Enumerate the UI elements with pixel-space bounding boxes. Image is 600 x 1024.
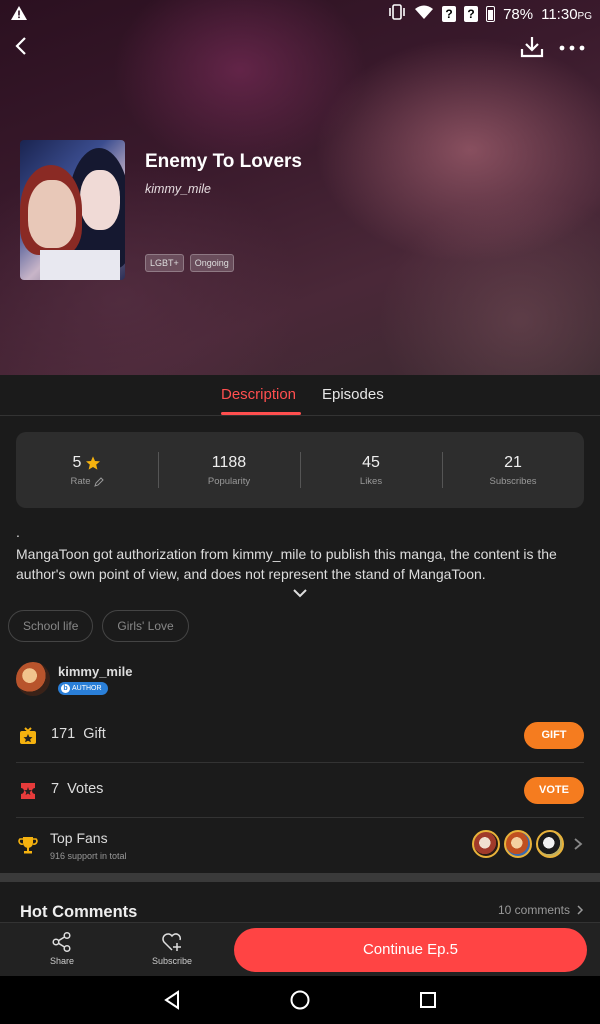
top-fans-subtitle: 916 support in total — [50, 851, 127, 861]
gift-icon — [20, 727, 36, 744]
author-badge: b AUTHOR — [58, 682, 108, 695]
stat-likes: 45 Likes — [300, 432, 442, 508]
vote-button[interactable]: VOTE — [524, 777, 584, 804]
chevron-right-icon — [574, 838, 583, 850]
more-options-button[interactable] — [558, 36, 586, 58]
active-tab-indicator — [221, 412, 301, 415]
heart-plus-icon — [162, 933, 182, 951]
trophy-icon — [18, 837, 38, 854]
stat-subscribes: 21 Subscribes — [442, 432, 584, 508]
more-dots-icon — [559, 45, 585, 51]
fan-avatar-1[interactable] — [472, 830, 500, 858]
genre-school-life[interactable]: School life — [8, 610, 94, 642]
stats-card: 5 Rate 1188 Popularity 45 Likes 21 Subsc… — [16, 432, 584, 508]
continue-reading-button[interactable]: Continue Ep.5 — [234, 928, 587, 972]
likes-label: Likes — [359, 476, 383, 487]
likes-value: 45 — [362, 454, 380, 471]
bottom-action-bar: Share Subscribe Continue Ep.5 — [0, 922, 600, 976]
cover-image[interactable] — [20, 140, 125, 280]
tab-episodes[interactable]: Episodes — [322, 386, 384, 403]
download-icon — [520, 37, 544, 58]
subscribe-label: Subscribe — [151, 956, 193, 966]
all-comments-link[interactable]: 10 comments — [498, 903, 584, 917]
subscribes-label: Subscribes — [489, 476, 537, 487]
share-icon — [52, 931, 71, 953]
ticket-icon — [21, 783, 35, 799]
manga-author[interactable]: kimmy_mile — [145, 182, 211, 196]
tag-ongoing: Ongoing — [189, 254, 234, 272]
star-icon — [86, 456, 101, 470]
votes-count: 7 — [51, 781, 60, 797]
sim2-icon: ? — [464, 6, 479, 22]
warning-icon — [10, 5, 28, 25]
author-badge-icon: b — [61, 684, 70, 693]
tab-bar: Description Episodes — [0, 375, 600, 416]
stat-rate[interactable]: 5 Rate — [16, 432, 158, 508]
rate-value: 5 — [72, 454, 82, 471]
system-nav-bar — [0, 976, 600, 1024]
manga-tags: LGBT+ Ongoing — [145, 254, 234, 272]
fan-avatar-2[interactable] — [504, 830, 532, 858]
gift-label: Gift — [83, 726, 106, 742]
share-button[interactable]: Share — [32, 931, 92, 966]
description-text: MangaToon got authorization from kimmy_m… — [16, 546, 557, 582]
genre-tags: School life Girls' Love — [8, 610, 189, 642]
tag-lgbt: LGBT+ — [145, 254, 184, 272]
nav-home-icon[interactable] — [288, 988, 312, 1012]
subscribe-button[interactable]: Subscribe — [142, 931, 202, 966]
popularity-value: 1188 — [211, 454, 247, 471]
rate-label: Rate — [70, 476, 91, 487]
vibrate-icon — [388, 4, 406, 24]
clock: 11:30PG — [541, 5, 592, 23]
nav-back-icon[interactable] — [160, 988, 184, 1012]
nav-recents-icon[interactable] — [416, 988, 440, 1012]
stat-popularity: 1188 Popularity — [158, 432, 300, 508]
back-arrow-icon — [15, 37, 26, 55]
votes-label: Votes — [67, 781, 104, 797]
battery-icon — [486, 6, 496, 22]
description-first-line: . — [16, 524, 20, 540]
subscribes-value: 21 — [504, 454, 522, 471]
gift-row: 171 Gift GIFT — [16, 708, 584, 763]
sim1-icon: ? — [442, 6, 457, 22]
expand-description-button[interactable] — [290, 586, 310, 600]
section-divider — [0, 873, 600, 882]
top-fans-row[interactable]: Top Fans 916 support in total — [16, 818, 584, 873]
manga-title: Enemy To Lovers — [145, 151, 302, 172]
download-button[interactable] — [520, 35, 544, 59]
top-fans-title: Top Fans — [50, 830, 108, 846]
battery-percent: 78% — [503, 5, 534, 23]
author-name: kimmy_mile — [58, 664, 133, 679]
votes-row: 7 Votes VOTE — [16, 763, 584, 818]
wifi-icon — [414, 4, 434, 24]
comments-count: 10 comments — [497, 903, 570, 917]
popularity-label: Popularity — [207, 476, 251, 487]
gift-count: 171 — [51, 726, 76, 742]
back-button[interactable] — [10, 34, 34, 58]
chevron-right-icon — [577, 905, 584, 915]
chevron-down-icon — [293, 589, 307, 598]
tab-description[interactable]: Description — [221, 386, 296, 403]
status-bar: ? ? 78% 11:30PG — [0, 0, 600, 26]
hot-comments-title: Hot Comments — [20, 903, 138, 921]
genre-girls-love[interactable]: Girls' Love — [102, 610, 189, 642]
manga-header: ? ? 78% 11:30PG Enemy To Lovers kimmy_mi… — [0, 0, 600, 375]
fan-avatar-3[interactable] — [536, 830, 564, 858]
gift-button[interactable]: GIFT — [524, 722, 584, 749]
avatar[interactable] — [16, 662, 50, 696]
pencil-icon — [93, 476, 104, 487]
share-label: Share — [49, 956, 75, 966]
